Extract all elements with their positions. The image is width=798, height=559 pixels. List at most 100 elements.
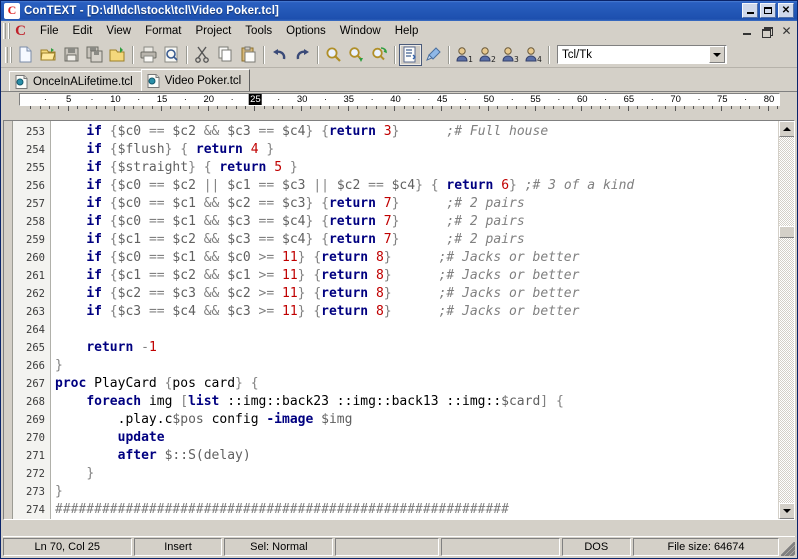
redo-button[interactable] [291, 44, 314, 66]
menu-drag-grip[interactable] [3, 23, 10, 39]
close-button[interactable]: ✕ [778, 3, 794, 18]
menu-help[interactable]: Help [388, 23, 426, 39]
toolbar-drag-grip[interactable] [5, 46, 12, 63]
mdi-close-button[interactable]: ✕ [780, 24, 793, 37]
code-line[interactable]: after $::S(delay) [51, 447, 778, 465]
ruler-tick [618, 106, 620, 109]
line-number: 270 [26, 432, 45, 444]
find-button[interactable] [322, 44, 345, 66]
paste-button[interactable] [237, 44, 260, 66]
code-text-area[interactable]: if {$c0 == $c2 && $c3 == $c4} {return 3}… [51, 121, 778, 519]
code-token: 4 [250, 142, 259, 157]
ruler-tick [347, 106, 349, 111]
code-line[interactable]: if {$c0 == $c2 && $c3 == $c4} {return 3}… [51, 123, 778, 141]
code-line[interactable]: return -1 [51, 339, 778, 357]
vertical-scrollbar[interactable] [778, 121, 794, 519]
user-exec-1-button[interactable]: 1 [453, 44, 476, 66]
status-spacer-2 [441, 537, 560, 556]
code-line[interactable] [51, 321, 778, 339]
mdi-restore-button[interactable] [760, 24, 773, 38]
print-preview-icon [164, 46, 178, 63]
ruler-tick [245, 106, 247, 109]
ruler-number-55: 55 [530, 94, 541, 105]
print-button[interactable] [137, 44, 160, 66]
scroll-down-button[interactable] [779, 503, 794, 519]
chevron-down-icon[interactable] [709, 46, 725, 63]
code-line[interactable]: if {$c3 == $c4 && $c3 >= 11} {return 8} … [51, 303, 778, 321]
copy-button[interactable] [214, 44, 237, 66]
find-next-button[interactable] [345, 44, 368, 66]
svg-text:4: 4 [537, 55, 542, 63]
file-properties-button[interactable] [399, 43, 422, 66]
code-token: { [109, 268, 118, 283]
code-line[interactable]: if {$c1 == $c2 && $c3 == $c4} {return 7}… [51, 231, 778, 249]
code-token: 11 [282, 286, 298, 301]
code-line[interactable]: .play.c$pos config -image $img [51, 411, 778, 429]
save-file-button[interactable] [60, 44, 83, 66]
menu-window[interactable]: Window [333, 23, 388, 39]
code-line[interactable]: } [51, 483, 778, 501]
code-line[interactable]: } [51, 357, 778, 375]
code-line[interactable]: update [51, 429, 778, 447]
code-line[interactable]: ########################################… [51, 501, 778, 519]
code-line[interactable]: foreach img [list ::img::back23 ::img::b… [51, 393, 778, 411]
minimize-button[interactable] [742, 3, 758, 18]
code-line[interactable]: if {$c1 == $c2 && $c1 >= 11} {return 8} … [51, 267, 778, 285]
code-line[interactable]: if {$straight} { return 5 } [51, 159, 778, 177]
scrollbar-thumb[interactable] [779, 226, 794, 238]
code-line[interactable]: } [51, 465, 778, 483]
editor-bookmark-bar[interactable] [4, 121, 13, 519]
ruler-tick [534, 106, 536, 111]
menu-project[interactable]: Project [189, 23, 239, 39]
code-line[interactable]: if {$c0 == $c2 || $c1 == $c3 || $c2 == $… [51, 177, 778, 195]
code-line[interactable]: proc PlayCard {pos card} { [51, 375, 778, 393]
mdi-minimize-button[interactable] [740, 24, 753, 37]
caret-up-icon [783, 127, 791, 131]
code-editor[interactable]: 253 254 255 256 257 258 259 260 261 262 263 264 265 2… [3, 120, 795, 520]
tab-onceinalifetime[interactable]: OnceInALifetime.tcl [9, 71, 142, 91]
menu-format[interactable]: Format [138, 23, 188, 39]
ruler-tick [39, 106, 41, 109]
code-line[interactable]: if {$flush} { return 4 } [51, 141, 778, 159]
user-exec-4-button[interactable]: 4 [522, 44, 545, 66]
mdi-restore-icon [762, 26, 773, 38]
open-folder-button[interactable] [106, 44, 129, 66]
menu-file[interactable]: File [33, 23, 66, 39]
scroll-up-button[interactable] [779, 121, 794, 137]
user-exec-2-button[interactable]: 2 [476, 44, 499, 66]
maximize-button[interactable] [760, 3, 776, 18]
ruler-tick [478, 106, 480, 109]
code-token: == [148, 304, 165, 319]
highlighter-select[interactable]: Tcl/Tk [557, 45, 727, 64]
new-file-button[interactable] [14, 44, 37, 66]
replace-button[interactable] [368, 44, 391, 66]
resize-grip[interactable] [781, 542, 795, 556]
toolbar-separator-4 [317, 45, 319, 64]
save-all-button[interactable] [83, 44, 106, 66]
menu-options[interactable]: Options [279, 23, 333, 39]
menu-edit[interactable]: Edit [66, 23, 100, 39]
code-line[interactable]: if {$c2 == $c3 && $c2 >= 11} {return 8} … [51, 285, 778, 303]
code-line[interactable]: if {$c0 == $c1 && $c0 >= 11} {return 8} … [51, 249, 778, 267]
ruler-midmark: · [510, 94, 514, 104]
undo-button[interactable] [268, 44, 291, 66]
menu-view[interactable]: View [99, 23, 138, 39]
code-line[interactable]: if {$c0 == $c1 && $c3 == $c4} {return 7}… [51, 213, 778, 231]
code-line[interactable]: if {$c0 == $c1 && $c2 == $c3} {return 7}… [51, 195, 778, 213]
menu-tools[interactable]: Tools [238, 23, 279, 39]
user-exec-3-button[interactable]: 3 [499, 44, 522, 66]
code-token: { [313, 268, 322, 283]
code-token: 11 [282, 250, 298, 265]
highlighter-button[interactable] [422, 44, 445, 66]
tab-video-poker[interactable]: Video Poker.tcl [140, 69, 251, 91]
svg-text:2: 2 [491, 55, 496, 63]
print-preview-button[interactable] [160, 44, 183, 66]
open-file-button[interactable] [37, 44, 60, 66]
cut-button[interactable] [191, 44, 214, 66]
